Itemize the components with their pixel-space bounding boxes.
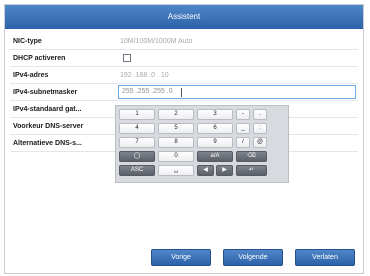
globe-icon: ◯ bbox=[133, 153, 141, 159]
wizard-footer: Vorige Volgende Verlaten bbox=[5, 233, 363, 273]
enter-icon: ↵ bbox=[248, 167, 255, 173]
key-dot[interactable]: . bbox=[253, 109, 267, 120]
alternate-dns-label: Alternatieve DNS-s... bbox=[13, 140, 82, 147]
key-3[interactable]: 3 bbox=[197, 109, 233, 120]
ipv4-address-label: IPv4-adres bbox=[13, 72, 49, 79]
on-screen-keypad: 1 2 3 - . 4 5 6 _ : 7 8 9 / @ ◯ 0 a/A ⌫ … bbox=[115, 105, 289, 183]
dhcp-label: DHCP activeren bbox=[13, 55, 66, 62]
ipv4-subnet-label: IPv4-subnetmasker bbox=[13, 89, 78, 96]
key-dash[interactable]: - bbox=[236, 109, 250, 120]
text-cursor bbox=[181, 88, 182, 97]
space-icon: ␣ bbox=[174, 167, 178, 173]
right-arrow-icon: ▶ bbox=[222, 167, 227, 173]
ipv4-address-row: IPv4-adres 192 .168 .0 . 10 bbox=[10, 67, 358, 84]
ipv4-address-field[interactable]: 192 .168 .0 . 10 bbox=[120, 67, 169, 84]
dhcp-row: DHCP activeren bbox=[10, 50, 358, 67]
key-enter[interactable]: ↵ bbox=[236, 165, 267, 176]
key-5[interactable]: 5 bbox=[158, 123, 194, 134]
key-left[interactable]: ◀ bbox=[197, 165, 214, 176]
key-2[interactable]: 2 bbox=[158, 109, 194, 120]
key-right[interactable]: ▶ bbox=[216, 165, 233, 176]
key-0[interactable]: 0 bbox=[158, 151, 194, 162]
key-asc[interactable]: ASC bbox=[119, 165, 155, 176]
setup-wizard-window: Assistent NIC-type 10M/100M/1000M Auto D… bbox=[4, 4, 364, 274]
nic-type-label: NIC-type bbox=[13, 38, 42, 45]
key-at[interactable]: @ bbox=[253, 137, 267, 148]
key-8[interactable]: 8 bbox=[158, 137, 194, 148]
preferred-dns-label: Voorkeur DNS-server bbox=[13, 123, 84, 130]
key-case-toggle[interactable]: a/A bbox=[197, 151, 233, 162]
left-arrow-icon: ◀ bbox=[203, 167, 208, 173]
previous-button[interactable]: Vorige bbox=[151, 249, 211, 266]
ipv4-gateway-label: IPv4-standaard gat... bbox=[13, 106, 82, 113]
key-1[interactable]: 1 bbox=[119, 109, 155, 120]
key-7[interactable]: 7 bbox=[119, 137, 155, 148]
nic-type-row: NIC-type 10M/100M/1000M Auto bbox=[10, 33, 358, 50]
next-button[interactable]: Volgende bbox=[223, 249, 283, 266]
key-backspace[interactable]: ⌫ bbox=[236, 151, 267, 162]
key-9[interactable]: 9 bbox=[197, 137, 233, 148]
ipv4-subnet-value: 255 .255 .255 .0 bbox=[122, 88, 173, 95]
ipv4-subnet-field[interactable]: 255 .255 .255 .0 bbox=[118, 85, 356, 99]
dhcp-checkbox[interactable] bbox=[123, 54, 131, 62]
key-slash[interactable]: / bbox=[236, 137, 250, 148]
key-space[interactable]: ␣ bbox=[158, 165, 194, 176]
key-4[interactable]: 4 bbox=[119, 123, 155, 134]
key-colon[interactable]: : bbox=[253, 123, 267, 134]
window-title: Assistent bbox=[5, 5, 363, 29]
nic-type-value[interactable]: 10M/100M/1000M Auto bbox=[120, 33, 192, 50]
exit-button[interactable]: Verlaten bbox=[295, 249, 355, 266]
key-6[interactable]: 6 bbox=[197, 123, 233, 134]
ipv4-subnet-row: IPv4-subnetmasker 255 .255 .255 .0 bbox=[10, 84, 358, 101]
key-language[interactable]: ◯ bbox=[119, 151, 155, 162]
key-underscore[interactable]: _ bbox=[236, 123, 250, 134]
backspace-icon: ⌫ bbox=[247, 153, 256, 159]
